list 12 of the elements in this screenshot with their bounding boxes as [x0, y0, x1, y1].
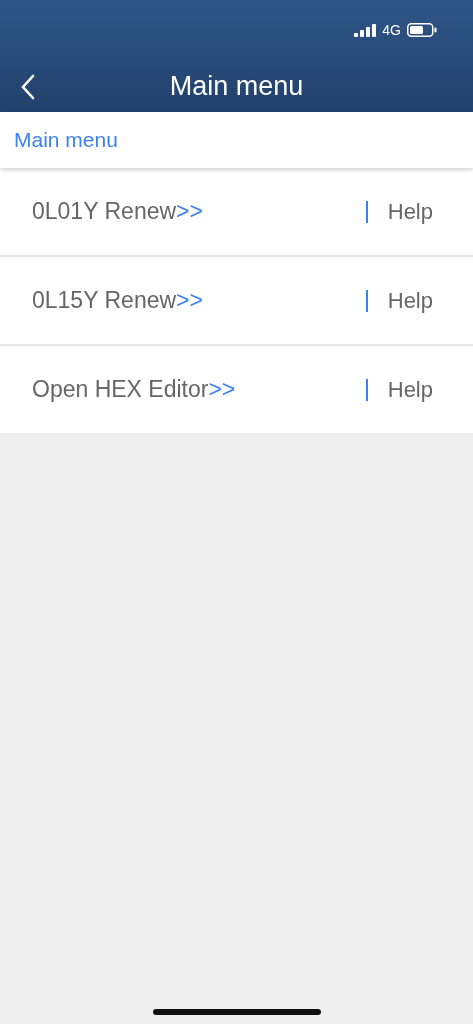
breadcrumb-link[interactable]: Main menu — [14, 128, 118, 152]
menu-item-link[interactable]: Open HEX Editor>> — [32, 376, 366, 403]
chevron-left-icon — [20, 74, 36, 100]
network-type: 4G — [382, 22, 401, 38]
page-title: Main menu — [169, 70, 304, 102]
help-link[interactable]: Help — [387, 287, 433, 314]
help-link[interactable]: Help — [387, 198, 433, 225]
signal-icon — [354, 23, 377, 37]
help-link[interactable]: Help — [387, 376, 433, 403]
battery-icon — [407, 23, 437, 37]
menu-item-link[interactable]: 0L15Y Renew>> — [32, 287, 366, 314]
menu-item-link[interactable]: 0L01Y Renew>> — [32, 198, 366, 225]
